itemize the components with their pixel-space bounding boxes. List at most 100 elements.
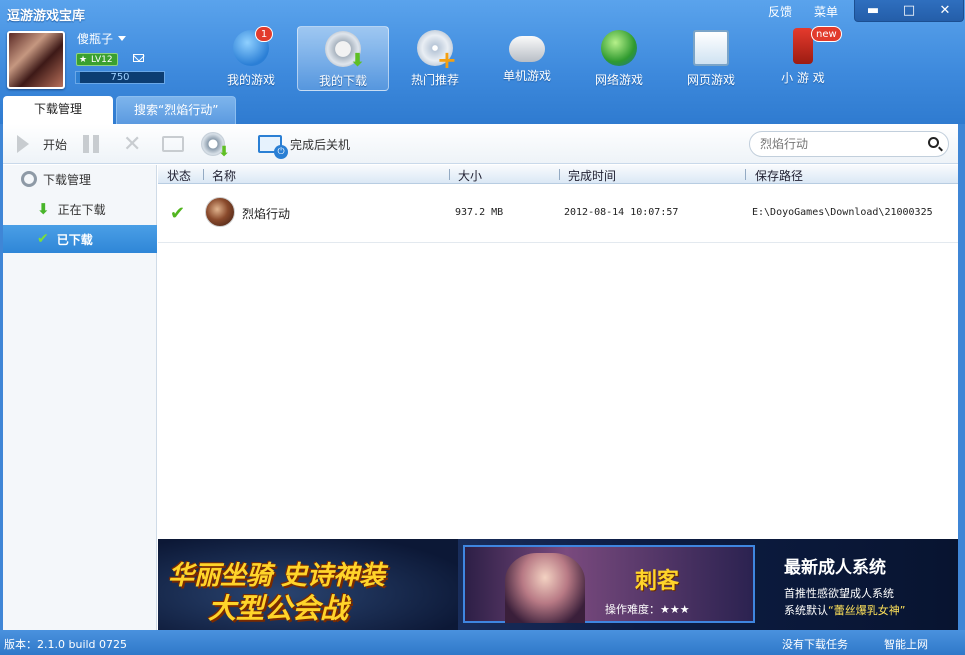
banner-difficulty: 操作难度：★★★ <box>605 603 690 616</box>
column-divider <box>449 169 450 180</box>
nav-my-downloads[interactable]: 我的下载 <box>297 26 389 91</box>
row-name: 烈焰行动 <box>242 207 291 221</box>
download-arrow-icon: ⬇ <box>37 200 50 218</box>
sidebar-item-downloaded[interactable]: ✔ 已下载 <box>3 225 157 253</box>
level-badge: LV12 <box>76 53 118 67</box>
main-nav: 1 我的游戏 我的下载 热门推荐 单机游戏 网络游戏 网页游戏 new 小 游 … <box>205 26 849 91</box>
search-icon[interactable] <box>928 137 939 148</box>
status-bar: 版本：2.1.0 build 0725 没有下载任务 智能上网 <box>0 630 965 655</box>
joystick-icon <box>793 28 813 64</box>
exp-bar: 750 <box>75 71 165 84</box>
play-icon <box>17 135 29 153</box>
banner-headline-2: 大型公会战 <box>208 592 349 625</box>
row-size: 937.2 MB <box>455 207 504 218</box>
search-box <box>749 131 949 157</box>
nav-label: 网络游戏 <box>594 73 643 87</box>
gear-download-icon <box>325 31 365 71</box>
column-size[interactable]: 大小 <box>458 167 482 184</box>
sidebar-item-downloading[interactable]: ⬇ 正在下载 <box>3 195 157 223</box>
banner-character-card: 刺客 操作难度：★★★ <box>463 545 755 623</box>
banner-left-art: 华丽坐骑 史诗神装 大型公会战 <box>158 539 458 630</box>
window-controls: ▬ □ ✕ <box>854 0 964 22</box>
column-save-path[interactable]: 保存路径 <box>755 167 803 184</box>
exp-value: 750 <box>110 72 130 83</box>
sidebar-item-label: 已下载 <box>56 232 93 247</box>
column-name[interactable]: 名称 <box>212 167 236 184</box>
sidebar-item-label: 下载管理 <box>43 172 92 187</box>
pause-icon <box>83 135 99 153</box>
column-divider <box>203 169 204 180</box>
table-header: 状态 名称 大小 完成时间 保存路径 <box>158 165 958 184</box>
nav-hot-recommend[interactable]: 热门推荐 <box>389 26 481 91</box>
nav-label: 我的游戏 <box>226 73 275 87</box>
download-table: 状态 名称 大小 完成时间 保存路径 ✔ 烈焰行动 937.2 MB 2012-… <box>158 165 958 537</box>
tab-search-result[interactable]: 搜索“烈焰行动” <box>116 96 237 124</box>
globe-sword-icon <box>601 30 637 66</box>
sidebar-item-download-manager[interactable]: 下载管理 <box>3 165 157 193</box>
game-icon <box>205 197 235 227</box>
nav-online-games[interactable]: 网络游戏 <box>573 26 665 91</box>
mail-icon[interactable] <box>133 54 144 62</box>
banner-right-line2: 系统默认“蕾丝爆乳女神” <box>784 602 905 618</box>
complete-check-icon: ✔ <box>170 203 186 224</box>
delete-icon: ✕ <box>123 131 142 157</box>
sidebar-item-label: 正在下载 <box>57 202 106 217</box>
nav-web-games[interactable]: 网页游戏 <box>665 26 757 91</box>
banner-right-highlight: “蕾丝爆乳女神” <box>828 604 906 617</box>
shutdown-after-complete-button[interactable]: 完成后关机 <box>258 133 351 159</box>
nav-label: 单机游戏 <box>502 69 551 83</box>
search-input[interactable] <box>760 135 920 153</box>
webpage-icon <box>693 30 729 66</box>
username[interactable]: 傻瓶子 <box>77 30 113 47</box>
folder-icon <box>162 136 184 152</box>
nav-label: 我的下载 <box>318 74 367 88</box>
banner-right-line1: 首推性感欲望成人系统 <box>784 587 894 600</box>
main-panel: 开始 ✕ 完成后关机 下载管理 ⬇ 正在下载 <box>3 124 958 630</box>
character-portrait <box>505 553 585 623</box>
open-folder-button[interactable] <box>162 133 184 155</box>
version-text: 版本：2.1.0 build 0725 <box>4 638 128 651</box>
title-links: 反馈 菜单 <box>768 3 838 20</box>
nav-label: 小 游 戏 <box>781 71 825 85</box>
start-label: 开始 <box>43 137 68 152</box>
maximize-button[interactable]: □ <box>891 0 927 20</box>
new-badge: new <box>811 26 842 42</box>
avatar[interactable] <box>7 31 65 89</box>
sidebar: 下载管理 ⬇ 正在下载 ✔ 已下载 <box>3 165 157 630</box>
smart-net-link[interactable]: 智能上网 <box>884 636 928 652</box>
tab-bar: 下载管理 搜索“烈焰行动” <box>3 96 237 124</box>
check-icon: ✔ <box>37 231 49 247</box>
download-settings-button[interactable] <box>201 132 230 160</box>
table-row[interactable]: ✔ 烈焰行动 937.2 MB 2012-08-14 10:07:57 E:\D… <box>158 184 958 243</box>
monitor-power-icon <box>258 135 288 159</box>
start-button[interactable]: 开始 <box>17 133 67 155</box>
close-button[interactable]: ✕ <box>927 0 963 20</box>
nav-mini-games[interactable]: new 小 游 戏 <box>757 26 849 91</box>
nav-my-games[interactable]: 1 我的游戏 <box>205 26 297 91</box>
delete-button[interactable]: ✕ <box>123 131 142 157</box>
banner-right-line2-prefix: 系统默认 <box>784 604 828 617</box>
column-status[interactable]: 状态 <box>167 167 191 184</box>
banner-right-title: 最新成人系统 <box>784 558 886 578</box>
gear-download-icon <box>201 132 230 160</box>
user-dropdown-icon[interactable] <box>118 36 126 41</box>
disc-plus-icon <box>417 30 457 74</box>
feedback-link[interactable]: 反馈 <box>768 3 792 20</box>
app-title: 逗游游戏宝库 <box>7 9 86 24</box>
column-finish-time[interactable]: 完成时间 <box>568 167 616 184</box>
minimize-button[interactable]: ▬ <box>855 0 891 20</box>
download-status-text: 没有下载任务 <box>782 638 848 651</box>
ad-banner[interactable]: 华丽坐骑 史诗神装 大型公会战 刺客 操作难度：★★★ 最新成人系统 首推性感欲… <box>158 539 958 630</box>
column-divider <box>559 169 560 180</box>
column-divider <box>745 169 746 180</box>
gear-icon <box>21 171 37 187</box>
nav-single-player[interactable]: 单机游戏 <box>481 26 573 91</box>
menu-link[interactable]: 菜单 <box>814 3 838 20</box>
tab-download-manager[interactable]: 下载管理 <box>3 96 113 124</box>
shutdown-label: 完成后关机 <box>290 137 351 152</box>
row-save-path: E:\DoyoGames\Download\21000325 <box>752 207 933 218</box>
notification-badge: 1 <box>255 26 273 42</box>
gamepad-icon <box>509 36 545 62</box>
pause-button[interactable] <box>83 133 99 155</box>
row-finish-time: 2012-08-14 10:07:57 <box>564 207 679 218</box>
